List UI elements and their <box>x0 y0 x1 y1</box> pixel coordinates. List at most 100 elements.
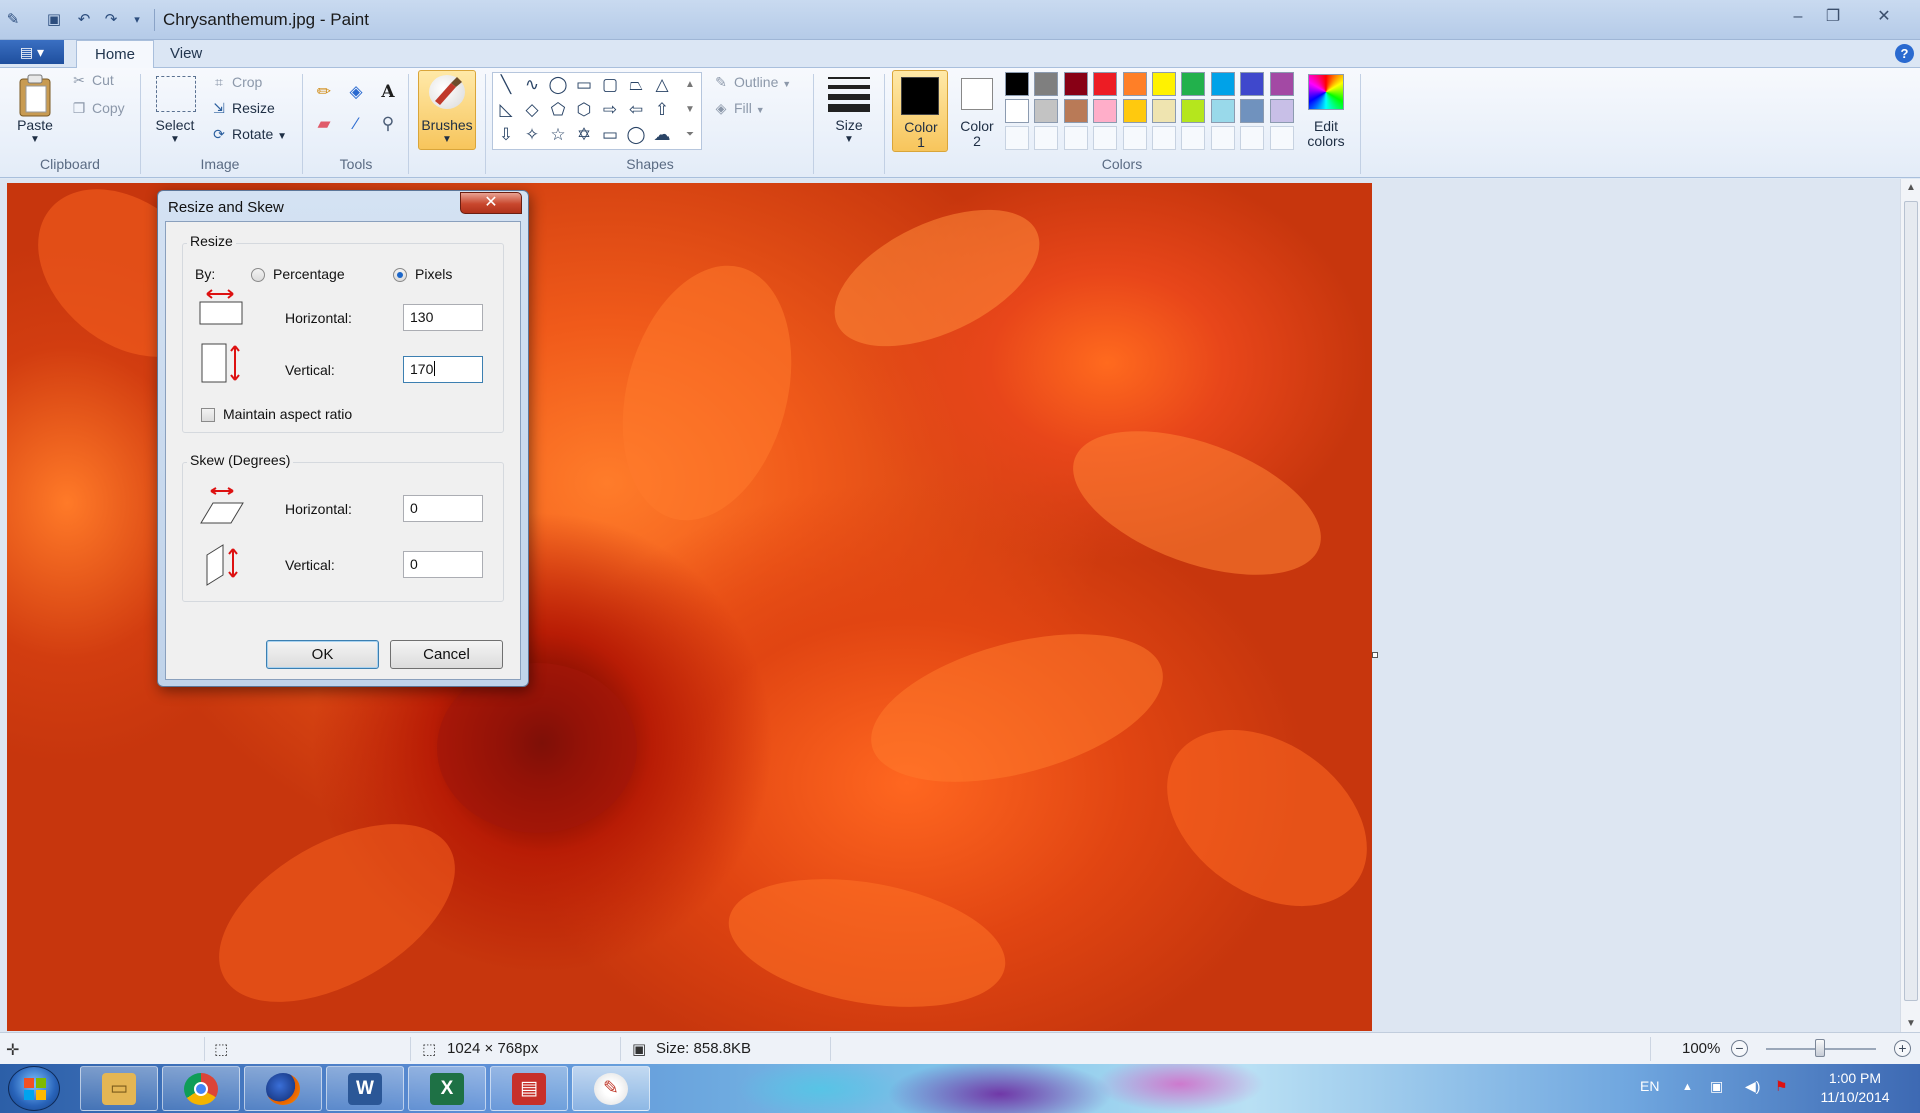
resize-horizontal-input[interactable]: 130 <box>403 304 483 331</box>
triangle-shape-icon[interactable]: △ <box>649 73 675 97</box>
curve-shape-icon[interactable]: ∿ <box>519 73 545 97</box>
custom-color-slot[interactable] <box>1269 126 1294 150</box>
brushes-button[interactable]: Brushes ▼ <box>418 70 476 150</box>
scroll-down-icon[interactable]: ▼ <box>1901 1018 1920 1029</box>
color-swatch[interactable] <box>1093 99 1118 123</box>
oval-shape-icon[interactable]: ◯ <box>545 73 571 97</box>
custom-color-slot[interactable] <box>1063 126 1088 150</box>
canvas-resize-handle[interactable] <box>1372 652 1378 658</box>
clock[interactable]: 1:00 PM 11/10/2014 <box>1805 1069 1905 1107</box>
magnifier-icon[interactable]: ⚲ <box>375 112 401 136</box>
scroll-up-icon[interactable]: ▲ <box>1901 182 1920 193</box>
taskbar-excel[interactable]: X <box>408 1066 486 1111</box>
zoom-out-icon[interactable]: − <box>1731 1040 1748 1057</box>
percentage-label[interactable]: Percentage <box>273 266 345 282</box>
select-icon[interactable] <box>156 76 196 112</box>
five-point-star-shape-icon[interactable]: ☆ <box>545 123 571 147</box>
color-swatch[interactable] <box>1122 99 1147 123</box>
color2-label-line1[interactable]: Color <box>950 118 1004 134</box>
maintain-aspect-checkbox[interactable] <box>201 408 215 422</box>
maintain-aspect-label[interactable]: Maintain aspect ratio <box>223 406 352 422</box>
skew-horizontal-input[interactable]: 0 <box>403 495 483 522</box>
color-swatch[interactable] <box>1122 72 1147 96</box>
network-icon[interactable]: ▣ <box>1710 1078 1723 1095</box>
language-indicator[interactable]: EN <box>1640 1078 1659 1094</box>
custom-color-slot[interactable] <box>1093 126 1118 150</box>
taskbar-paint[interactable]: ✎ <box>572 1066 650 1111</box>
save-icon[interactable]: ▣ <box>43 9 65 31</box>
pentagon-shape-icon[interactable]: ⬠ <box>545 98 571 122</box>
color1-button[interactable]: Color 1 <box>892 70 948 152</box>
zoom-in-icon[interactable]: + <box>1894 1040 1911 1057</box>
six-point-star-shape-icon[interactable]: ✡ <box>571 123 597 147</box>
maximize-icon[interactable]: ❐ <box>1817 6 1849 30</box>
color-swatch[interactable] <box>1210 99 1235 123</box>
select-button[interactable]: Select <box>148 117 202 133</box>
crop-button[interactable]: ⌗ Crop <box>210 72 262 92</box>
custom-color-slot[interactable] <box>1240 126 1265 150</box>
color-swatch[interactable] <box>1005 72 1029 96</box>
shapes-expand-icon[interactable]: ⏷ <box>677 123 703 147</box>
rect-callout-shape-icon[interactable]: ▭ <box>597 123 623 147</box>
taskbar-firefox[interactable] <box>244 1066 322 1111</box>
color-swatch[interactable] <box>1063 72 1088 96</box>
right-triangle-shape-icon[interactable]: ◺ <box>493 98 519 122</box>
color-swatch[interactable] <box>1181 99 1206 123</box>
custom-color-slot[interactable] <box>1181 126 1206 150</box>
color-swatch[interactable] <box>1152 72 1176 96</box>
percentage-radio[interactable] <box>251 268 265 282</box>
text-icon[interactable]: A <box>375 80 401 104</box>
close-icon[interactable]: ✕ <box>1868 6 1900 30</box>
rounded-rectangle-shape-icon[interactable]: ▢ <box>597 73 623 97</box>
resize-vertical-input[interactable]: 170 <box>403 356 483 383</box>
right-arrow-shape-icon[interactable]: ⇨ <box>597 98 623 122</box>
custom-color-slot[interactable] <box>1210 126 1235 150</box>
show-hidden-icons[interactable]: ▲ <box>1682 1081 1693 1093</box>
help-icon[interactable]: ? <box>1895 44 1914 63</box>
custom-color-slot[interactable] <box>1005 126 1029 150</box>
line-shape-icon[interactable]: ╲ <box>493 73 519 97</box>
color-swatch[interactable] <box>1152 99 1176 123</box>
fill-bucket-icon[interactable]: ◈ <box>343 80 369 104</box>
ok-button[interactable]: OK <box>266 640 379 669</box>
color-swatch[interactable] <box>1181 72 1206 96</box>
oval-callout-shape-icon[interactable]: ◯ <box>623 123 649 147</box>
undo-icon[interactable]: ↶ <box>73 9 95 31</box>
action-center-flag-icon[interactable]: ⚑ <box>1775 1078 1788 1095</box>
copy-button[interactable]: ❐ Copy <box>70 98 125 118</box>
color-swatch[interactable] <box>1240 99 1265 123</box>
cloud-callout-shape-icon[interactable]: ☁ <box>649 123 675 147</box>
hexagon-shape-icon[interactable]: ⬡ <box>571 98 597 122</box>
pencil-icon[interactable]: ✏ <box>311 80 337 104</box>
scrollbar-thumb[interactable] <box>1904 201 1918 1001</box>
rectangle-shape-icon[interactable]: ▭ <box>571 73 597 97</box>
edit-colors-label-line2[interactable]: colors <box>1298 133 1354 149</box>
tab-home[interactable]: Home <box>76 40 155 68</box>
pixels-radio[interactable] <box>393 268 407 282</box>
custom-color-slot[interactable] <box>1122 126 1147 150</box>
color-swatch[interactable] <box>1005 99 1029 123</box>
color-swatch[interactable] <box>1034 72 1059 96</box>
taskbar-chrome[interactable] <box>162 1066 240 1111</box>
vertical-scrollbar[interactable]: ▲ ▼ <box>1900 179 1920 1032</box>
paint-menu-button[interactable]: ▤ ▾ <box>0 40 64 64</box>
paste-dropdown-icon[interactable]: ▼ <box>14 132 56 148</box>
left-arrow-shape-icon[interactable]: ⇦ <box>623 98 649 122</box>
pixels-label[interactable]: Pixels <box>415 266 452 282</box>
size-button[interactable]: Size <box>822 117 876 133</box>
minimize-icon[interactable]: – <box>1782 6 1814 30</box>
volume-icon[interactable]: ◀) <box>1745 1078 1760 1095</box>
size-dropdown-icon[interactable]: ▼ <box>822 132 876 148</box>
paste-button[interactable]: Paste <box>14 117 56 133</box>
start-button[interactable] <box>8 1066 60 1111</box>
color-swatch[interactable] <box>1240 72 1265 96</box>
shapes-scroll-down-icon[interactable]: ▼ <box>677 98 703 122</box>
taskbar-explorer[interactable]: ▭ <box>80 1066 158 1111</box>
color-swatch[interactable] <box>1063 99 1088 123</box>
shapes-scroll-up-icon[interactable]: ▲ <box>677 73 703 97</box>
color-swatch[interactable] <box>1269 99 1294 123</box>
resize-button[interactable]: ⇲ Resize <box>210 98 275 118</box>
paste-icon[interactable] <box>17 74 53 118</box>
skew-vertical-input[interactable]: 0 <box>403 551 483 578</box>
outline-button[interactable]: ✎ Outline ▼ <box>712 72 791 92</box>
